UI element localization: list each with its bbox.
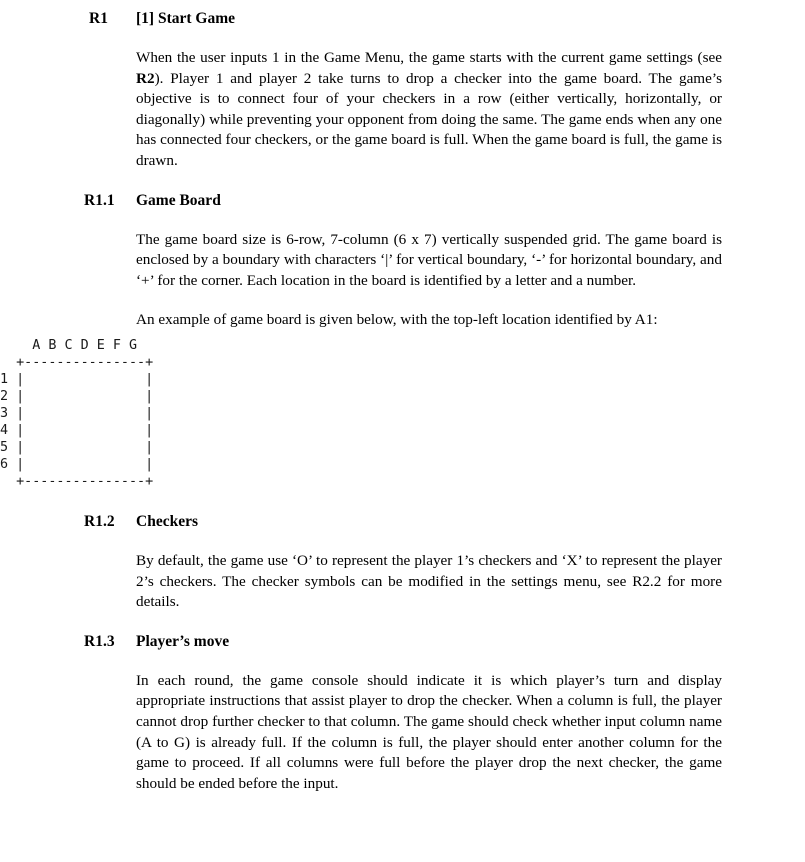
heading-r1-label: R1 [89,10,108,27]
spacer-after-heading-r12 [0,532,805,551]
heading-r1-title: [1] Start Game [136,10,235,27]
paragraph-r1-body: When the user inputs 1 in the Game Menu,… [136,48,722,172]
heading-r1-1-title: Game Board [136,191,221,209]
spacer-after-heading-r11 [0,211,805,230]
paragraph-r1-body-post: ). Player 1 and player 2 take turns to d… [136,69,722,169]
paragraph-r1-2-body: By default, the game use ‘O’ to represen… [136,551,722,611]
spacer-after-heading-r1 [0,29,805,48]
paragraph-figure-intro: An example of game board is given below,… [136,311,658,329]
paragraph-r1-body-pre: When the user inputs 1 in the Game Menu,… [136,49,722,66]
heading-r1-1-label: R1.1 [84,191,115,209]
heading-r1-3: R1.3 Player’s move [84,632,725,652]
paragraph-r1-1-body: The game board size is 6-row, 7-column (… [136,230,722,289]
heading-r1-3-title: Player’s move [136,632,230,650]
document-page: R1 [1] Start Game When the user inputs 1… [0,0,805,862]
paragraph-r1-body-ref: R2 [136,69,155,87]
heading-r1-2-title: Checkers [136,512,198,530]
spacer-before-heading-r11 [0,172,805,191]
spacer-before-heading-r13 [0,613,805,632]
spacer-before-figure-intro [0,291,805,310]
spacer-after-ascii-board [0,490,805,512]
top-spacer [0,0,805,9]
heading-r1-2: R1.2 Checkers [84,512,725,532]
paragraph-r1-3-body: In each round, the game console should i… [136,671,722,792]
ascii-game-board: A B C D E F G +---------------+ 1 | | 2 … [0,337,154,489]
heading-r1-1: R1.1 Game Board [84,191,725,211]
heading-r1-2-label: R1.2 [84,512,115,530]
heading-r1: R1 [1] Start Game [89,9,725,29]
spacer-after-heading-r13 [0,652,805,671]
heading-r1-3-label: R1.3 [84,632,115,650]
